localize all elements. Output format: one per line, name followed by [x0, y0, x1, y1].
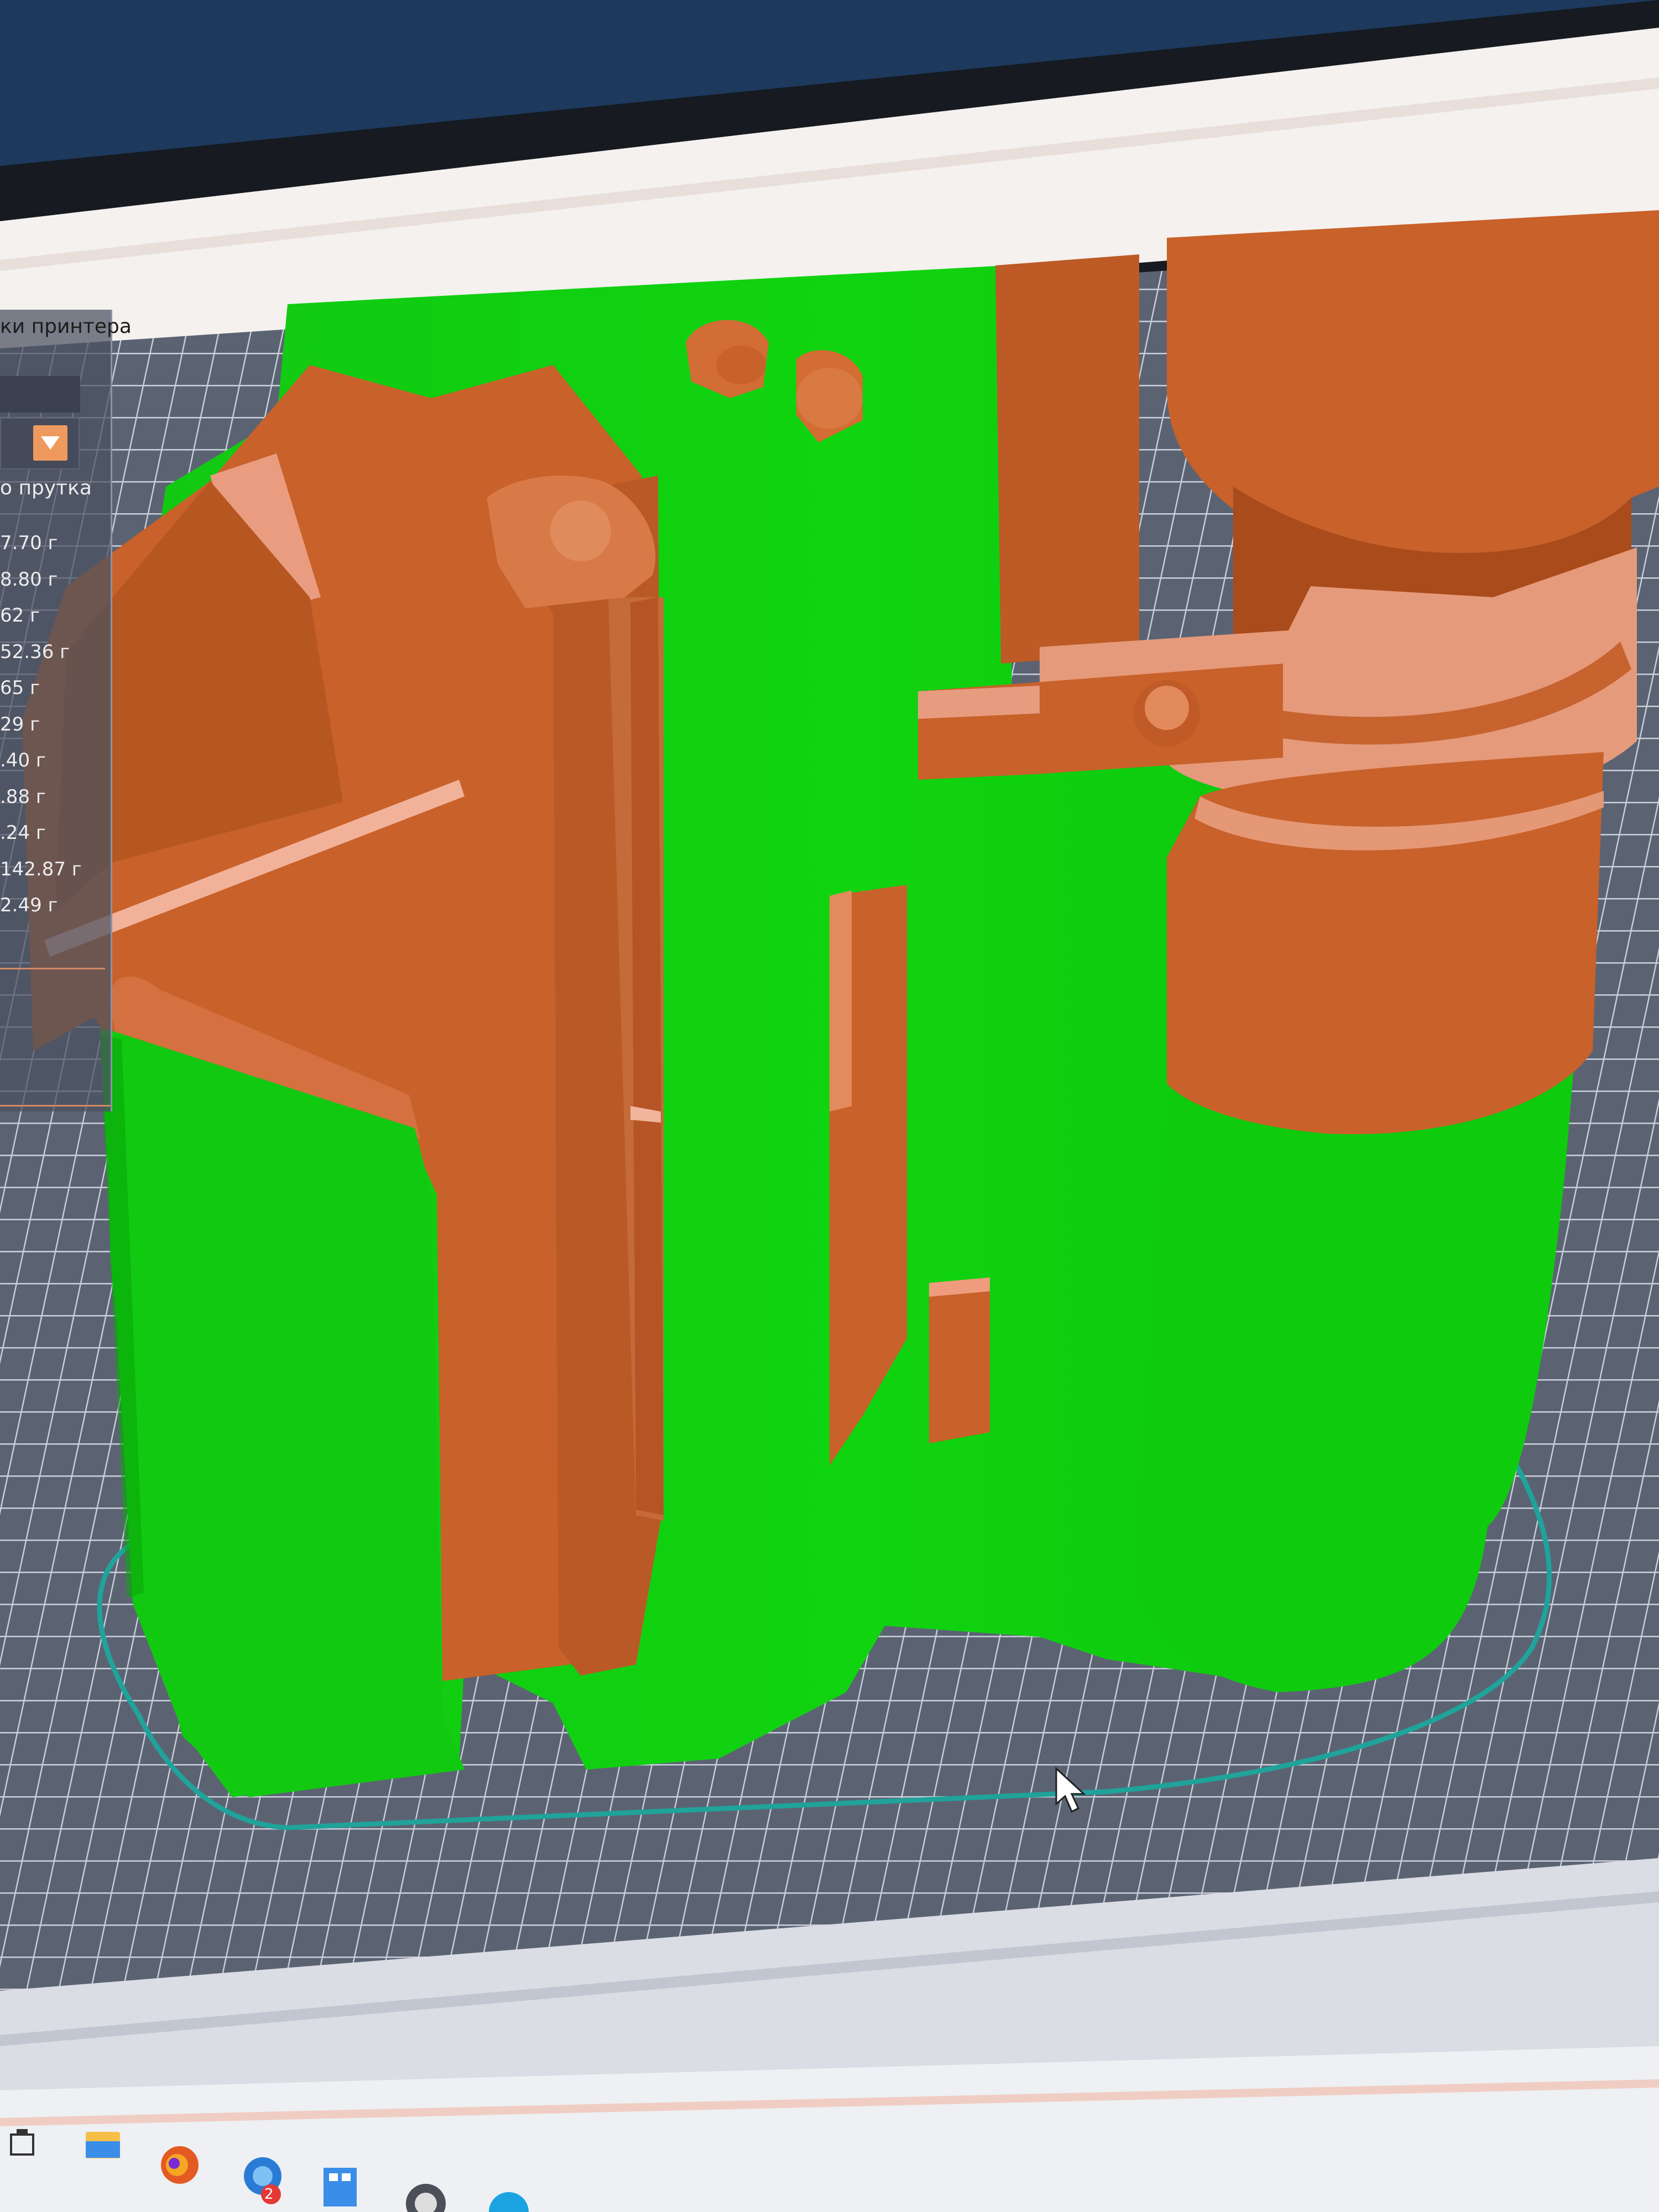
- firefox-icon[interactable]: [161, 2146, 199, 2184]
- model-block-orange: [929, 1277, 990, 1443]
- file-explorer-icon[interactable]: [86, 2132, 120, 2158]
- list-item: 2.49 г: [0, 894, 58, 916]
- panel-dropdown[interactable]: [0, 418, 80, 469]
- filament-weight-list: 7.70 г 8.80 г 62 г 52.36 г 65 г 29 г .40…: [0, 525, 82, 924]
- taskbar-badge: 2: [264, 2186, 274, 2203]
- filament-weight-header: о прутка: [0, 477, 92, 499]
- list-item: 7.70 г: [0, 532, 58, 554]
- list-item: 142.87 г: [0, 858, 82, 880]
- menu-printer-settings[interactable]: ки принтера: [0, 315, 132, 338]
- panel-divider: [0, 968, 105, 969]
- list-item: .24 г: [0, 822, 46, 844]
- list-item: 65 г: [0, 677, 40, 699]
- list-item: .40 г: [0, 749, 46, 771]
- panel-divider: [0, 1105, 111, 1107]
- list-item: .88 г: [0, 785, 46, 808]
- sliced-model[interactable]: [22, 210, 1659, 1797]
- dropdown-toggle-button[interactable]: [33, 425, 67, 461]
- model-rod-orange: [630, 597, 664, 1515]
- chevron-down-icon: [41, 436, 60, 450]
- list-item: 52.36 г: [0, 640, 70, 663]
- panel-header: [0, 376, 80, 413]
- list-item: 62 г: [0, 604, 40, 627]
- list-item: 29 г: [0, 713, 40, 735]
- list-item: 8.80 г: [0, 568, 58, 591]
- calculator-icon[interactable]: [324, 2168, 357, 2206]
- model-column-orange: [995, 254, 1139, 664]
